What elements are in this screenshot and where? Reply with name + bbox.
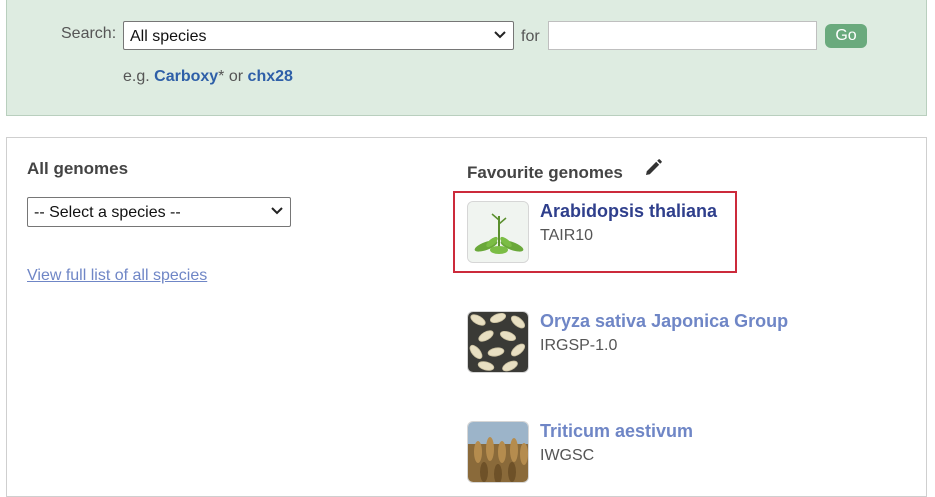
genome-name[interactable]: Oryza sativa Japonica Group — [540, 311, 788, 332]
example-link-carboxy[interactable]: Carboxy — [154, 68, 218, 85]
genome-name[interactable]: Triticum aestivum — [540, 421, 693, 442]
chevron-down-icon — [271, 207, 283, 215]
search-input[interactable] — [548, 21, 817, 50]
example-wildcard: * — [218, 68, 225, 85]
genomes-panel: All genomes -- Select a species -- View … — [6, 137, 927, 497]
search-panel: Search: All species for Go e.g. Carboxy*… — [6, 0, 927, 116]
pencil-icon[interactable] — [643, 158, 663, 178]
oryza-thumbnail — [467, 311, 529, 373]
example-link-chx28[interactable]: chx28 — [248, 68, 293, 85]
favourite-genomes-title: Favourite genomes — [467, 163, 623, 182]
genome-assembly: IWGSC — [540, 447, 595, 464]
genome-assembly: TAIR10 — [540, 227, 594, 244]
all-genomes-title: All genomes — [27, 159, 129, 178]
view-all-species-link[interactable]: View full list of all species — [27, 267, 207, 285]
search-label: Search: — [61, 25, 117, 42]
example-or: or — [228, 68, 244, 85]
species-dropdown-value: -- Select a species -- — [34, 204, 181, 221]
species-select-value: All species — [130, 28, 207, 45]
triticum-thumbnail — [467, 421, 529, 483]
species-dropdown[interactable]: -- Select a species -- — [27, 197, 291, 227]
example-link-carboxy-text: Carboxy — [154, 68, 219, 85]
arabidopsis-thumbnail — [467, 201, 529, 263]
genome-assembly: IRGSP-1.0 — [540, 337, 618, 354]
example-prefix: e.g. — [123, 68, 150, 85]
search-examples: e.g. Carboxy* or chx28 — [123, 68, 293, 86]
for-label: for — [521, 28, 540, 45]
chevron-down-icon — [494, 31, 506, 39]
go-button[interactable]: Go — [825, 24, 867, 48]
genome-name[interactable]: Arabidopsis thaliana — [540, 201, 717, 222]
species-select[interactable]: All species — [123, 21, 514, 50]
